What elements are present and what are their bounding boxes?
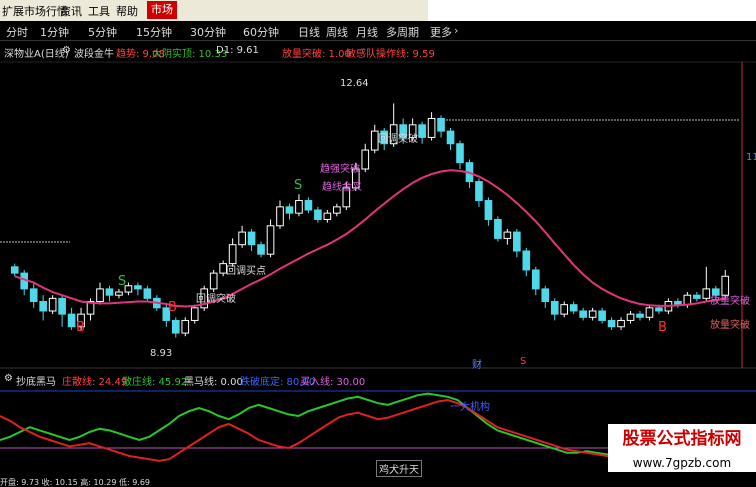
candle-body[interactable] xyxy=(598,310,606,321)
candle-body[interactable] xyxy=(105,288,114,296)
high-price-label: 12.64 xyxy=(340,78,369,89)
watermark-title: 股票公式指标网 xyxy=(608,424,756,454)
candle-body[interactable] xyxy=(484,200,493,220)
candle-body[interactable] xyxy=(276,206,284,227)
candle-body[interactable] xyxy=(67,313,76,328)
candle-body[interactable] xyxy=(190,307,199,321)
low-price-label: 8.93 xyxy=(150,348,173,359)
candle-body[interactable] xyxy=(456,143,464,164)
candle-body[interactable] xyxy=(134,285,142,290)
candle-body[interactable] xyxy=(257,244,265,255)
sell-signal-2: S xyxy=(294,178,303,193)
candle-body[interactable] xyxy=(446,130,455,145)
right-price-label: 11 xyxy=(746,152,756,163)
candle-body[interactable] xyxy=(181,319,190,334)
candle-body[interactable] xyxy=(427,117,436,138)
indicator-san: 散庄线: 45.92 xyxy=(122,377,188,388)
candle-body[interactable] xyxy=(579,310,587,318)
candle-body[interactable] xyxy=(143,288,152,299)
candle-body[interactable] xyxy=(323,212,332,220)
indicator-heima: 黑马线: 0.00 xyxy=(184,377,243,388)
candle-body[interactable] xyxy=(333,206,341,214)
candle-body[interactable] xyxy=(494,218,502,239)
candle-body[interactable] xyxy=(304,200,313,211)
candle-body[interactable] xyxy=(115,291,123,296)
buy-signal-3: B xyxy=(658,320,667,335)
candle-body[interactable] xyxy=(617,319,625,328)
candle-body[interactable] xyxy=(513,231,521,252)
candle-body[interactable] xyxy=(503,231,512,239)
candle-body[interactable] xyxy=(96,288,104,303)
candle-body[interactable] xyxy=(295,200,303,214)
candle-body[interactable] xyxy=(702,288,711,299)
candle-body[interactable] xyxy=(314,209,322,220)
candle-body[interactable] xyxy=(10,266,19,274)
candle-body[interactable] xyxy=(247,231,256,246)
candle-body[interactable] xyxy=(29,288,38,303)
candle-body[interactable] xyxy=(588,310,597,318)
candle-body[interactable] xyxy=(266,225,275,255)
jigou-label: 一大机构 xyxy=(450,402,490,413)
candle-body[interactable] xyxy=(607,319,616,328)
sell-signal-1: S xyxy=(118,274,127,289)
buy-signal-2: B xyxy=(168,300,177,315)
watermark-url: www.7gpzb.com xyxy=(608,454,756,472)
candle-body[interactable] xyxy=(550,301,559,315)
candle-body[interactable] xyxy=(238,231,246,246)
candle-body[interactable] xyxy=(418,124,426,138)
candle-body[interactable] xyxy=(361,149,370,170)
callback-buy-label: 回调买点 xyxy=(226,266,266,277)
candle-body[interactable] xyxy=(645,307,654,318)
candle-body[interactable] xyxy=(626,313,635,321)
candle-body[interactable] xyxy=(285,206,294,214)
candle-body[interactable] xyxy=(209,272,218,290)
candle-body[interactable] xyxy=(171,319,180,334)
candle-body[interactable] xyxy=(541,288,550,303)
candle-body[interactable] xyxy=(693,294,701,299)
volume-label-right-2: 放量突破 xyxy=(710,320,750,331)
sell-marker-red: S xyxy=(520,356,527,367)
callback-label-left: 回调突破 xyxy=(196,294,236,305)
candle-body[interactable] xyxy=(636,313,644,318)
gear-icon[interactable]: ⚙ xyxy=(4,373,13,384)
candle-body[interactable] xyxy=(655,307,663,312)
status-bar: 开盘: 9.73 收: 10.15 高: 10.29 低: 9.69 xyxy=(0,478,756,487)
candle-body[interactable] xyxy=(522,250,531,271)
finance-marker: 财 xyxy=(472,360,482,371)
candle-body[interactable] xyxy=(48,297,57,312)
callback-label-top: 回调突破 xyxy=(378,134,418,145)
candle-body[interactable] xyxy=(531,269,540,290)
break-strong-label: 趋强突破 xyxy=(320,164,360,175)
candle-body[interactable] xyxy=(228,244,237,265)
indicator-panel-name[interactable]: 抄底黑马 xyxy=(16,373,56,388)
buy-signal-1: B xyxy=(76,320,85,335)
jiquan-label: 鸡犬升天 xyxy=(376,460,422,477)
price-chart[interactable] xyxy=(0,0,756,487)
volume-label-right-1: 放量突破 xyxy=(710,296,750,307)
candle-body[interactable] xyxy=(560,304,569,315)
candle-body[interactable] xyxy=(39,301,47,312)
candle-body[interactable] xyxy=(683,294,692,306)
indicator-li: 庄散线: 24.49 xyxy=(62,377,128,388)
candle-body[interactable] xyxy=(437,117,445,132)
candle-body[interactable] xyxy=(569,304,578,312)
candle-body[interactable] xyxy=(475,181,483,202)
trend-cross-label: 趋线金叉 xyxy=(322,182,362,193)
indicator-buy: 买入线: 30.00 xyxy=(300,377,366,388)
candle-body[interactable] xyxy=(58,297,66,315)
